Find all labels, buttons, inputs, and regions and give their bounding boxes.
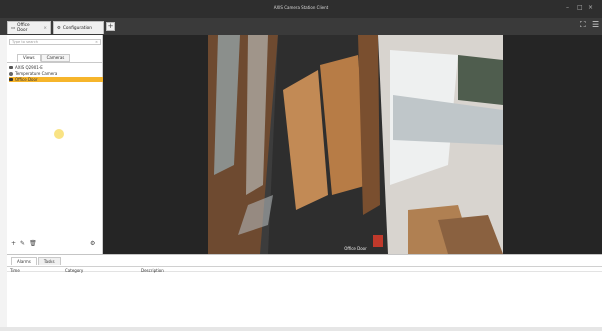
camera-feed-image [208, 35, 503, 254]
tab-cameras[interactable]: Cameras [40, 54, 71, 62]
edit-icon[interactable]: ✎ [20, 240, 25, 247]
tab-office-door[interactable]: ▭ Office Door × [7, 21, 51, 34]
mouse-cursor-highlight [54, 129, 64, 139]
monitor-icon: ▭ [11, 25, 16, 31]
minimize-button[interactable]: – [566, 4, 569, 11]
tab-label: Office Door [17, 23, 30, 33]
camera-icon [9, 66, 13, 69]
window-title: AXIS Camera Station Client [273, 5, 329, 10]
add-tab-button[interactable]: + [106, 22, 115, 31]
table-header: Time Category Description [7, 266, 602, 273]
search-input[interactable]: Type to search × [9, 39, 101, 45]
clear-search-icon[interactable]: × [95, 40, 98, 44]
close-window-button[interactable]: × [588, 4, 593, 11]
camera-name-overlay: Office Door [344, 246, 367, 251]
window-titlebar: AXIS Camera Station Client – □ × [0, 0, 602, 18]
tab-configuration[interactable]: ⚙ Configuration [53, 21, 104, 34]
camera-icon [9, 78, 13, 81]
thermometer-icon [9, 71, 13, 76]
list-item-temperature-camera[interactable]: Temperature Camera [9, 71, 103, 76]
video-view: Office Door [103, 35, 602, 254]
tab-views[interactable]: Views [17, 54, 41, 62]
status-bar [0, 327, 602, 331]
add-icon[interactable]: + [11, 240, 16, 247]
list-item-label: AXIS Q2901-E [15, 65, 43, 70]
view-tabs: Views Cameras [17, 54, 71, 62]
tab-label: Configuration [62, 25, 92, 31]
tab-alarms[interactable]: Alarms [11, 257, 37, 265]
close-tab-icon[interactable]: × [43, 26, 47, 31]
settings-icon[interactable]: ⚙ [90, 240, 95, 247]
list-item-label: Temperature Camera [15, 71, 58, 76]
column-category[interactable]: Category [65, 268, 83, 273]
fullscreen-icon[interactable]: ⛶ [580, 20, 586, 30]
list-item-label: Office Door [15, 77, 38, 82]
list-item-office-door[interactable]: Office Door [9, 77, 103, 82]
bottom-tabs: Alarms Tasks [11, 257, 61, 265]
tabs-divider [7, 62, 103, 63]
list-item-axis-q2901[interactable]: AXIS Q2901-E [9, 65, 103, 70]
tab-bar: ▭ Office Door × ⚙ Configuration + [0, 18, 602, 35]
gear-icon: ⚙ [57, 25, 61, 31]
delete-icon[interactable]: 🗑 [29, 240, 37, 247]
search-placeholder: Type to search [12, 40, 39, 44]
column-time[interactable]: Time [10, 268, 20, 273]
menu-icon[interactable]: ☰ [592, 20, 599, 29]
column-description[interactable]: Description [141, 268, 164, 273]
maximize-button[interactable]: □ [577, 4, 583, 11]
tab-tasks[interactable]: Tasks [37, 257, 61, 265]
sidebar-actions: + ✎ 🗑 [11, 240, 37, 247]
bottom-panel: Alarms Tasks Time Category Description [7, 254, 602, 331]
sidebar: Type to search × Views Cameras AXIS Q290… [7, 35, 103, 254]
camera-video-frame[interactable]: Office Door [208, 35, 503, 254]
